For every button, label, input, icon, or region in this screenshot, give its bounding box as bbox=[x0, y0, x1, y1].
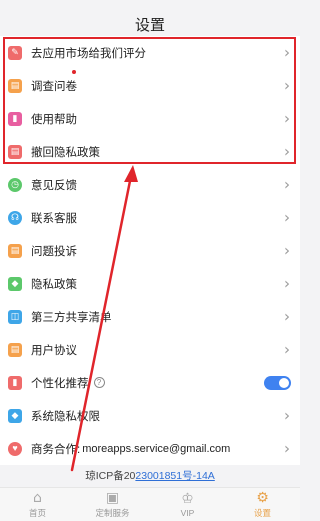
bookmark-icon: ▮ bbox=[8, 375, 22, 390]
settings-item-label: 系统隐私权限 bbox=[31, 410, 100, 423]
settings-item-label: 商务合作: bbox=[31, 443, 81, 456]
chevron-right-icon: › bbox=[284, 175, 290, 193]
shield-icon: ◆ bbox=[8, 276, 22, 291]
tab-settings[interactable]: ⚙ 设置 bbox=[225, 488, 300, 521]
tab-label: 定制服务 bbox=[95, 507, 130, 518]
settings-item-survey[interactable]: ▤ 调查问卷 › bbox=[0, 69, 300, 102]
bookmark-icon: ▮ bbox=[8, 111, 22, 126]
crown-icon: ♔ bbox=[181, 490, 194, 507]
settings-item-label: 第三方共享清单 bbox=[31, 311, 112, 324]
document-icon: ▤ bbox=[8, 78, 22, 93]
settings-item-label: 调查问卷 bbox=[31, 80, 77, 93]
settings-item-business-cooperation[interactable]: ♥ 商务合作: moreapps.service@gmail.com › bbox=[0, 432, 300, 465]
settings-item-feedback[interactable]: ◷ 意见反馈 › bbox=[0, 168, 300, 201]
chevron-right-icon: › bbox=[284, 439, 290, 457]
document-icon: ▤ bbox=[8, 342, 22, 357]
page-title: 设置 bbox=[134, 17, 165, 34]
settings-item-revoke-privacy[interactable]: ▤ 撤回隐私政策 › bbox=[0, 135, 300, 168]
document-icon: ▤ bbox=[8, 243, 22, 258]
toggle-knob bbox=[279, 377, 289, 388]
chevron-right-icon: › bbox=[284, 76, 290, 94]
settings-item-label: 去应用市场给我们评分 bbox=[31, 47, 146, 60]
settings-item-help[interactable]: ▮ 使用帮助 › bbox=[0, 102, 300, 135]
settings-item-label: 联系客服 bbox=[31, 212, 77, 225]
settings-item-label: 问题投诉 bbox=[31, 245, 77, 258]
tab-custom-service[interactable]: ▣ 定制服务 bbox=[75, 488, 150, 521]
document-icon: ▤ bbox=[8, 144, 22, 159]
settings-list: ✎ 去应用市场给我们评分 › ▤ 调查问卷 › ▮ 使用帮助 › ▤ 撤回隐私政… bbox=[0, 36, 300, 465]
settings-item-complaint[interactable]: ▤ 问题投诉 › bbox=[0, 234, 300, 267]
tab-home[interactable]: ⌂ 首页 bbox=[0, 488, 75, 521]
tab-label: 首页 bbox=[28, 507, 46, 518]
heart-icon: ♥ bbox=[8, 441, 22, 456]
tab-vip[interactable]: ♔ VIP bbox=[150, 488, 225, 521]
tab-label: 设置 bbox=[253, 507, 271, 518]
settings-item-system-privacy-permissions[interactable]: ◆ 系统隐私权限 › bbox=[0, 399, 300, 432]
settings-item-label: 个性化推荐 bbox=[31, 377, 89, 390]
gear-icon: ⚙ bbox=[256, 489, 269, 506]
chevron-right-icon: › bbox=[284, 406, 290, 424]
settings-item-label: 用户协议 bbox=[31, 344, 77, 357]
settings-item-rate-app[interactable]: ✎ 去应用市场给我们评分 › bbox=[0, 36, 300, 69]
edit-icon: ✎ bbox=[8, 45, 22, 60]
settings-item-personalized-recommendation: ▮ 个性化推荐 ? bbox=[0, 366, 300, 399]
chevron-right-icon: › bbox=[284, 307, 290, 325]
chevron-right-icon: › bbox=[284, 43, 290, 61]
annotation-dot bbox=[72, 70, 76, 74]
business-email: moreapps.service@gmail.com bbox=[82, 442, 231, 455]
icp-prefix: 琼ICP备20 bbox=[85, 470, 136, 482]
chevron-right-icon: › bbox=[284, 142, 290, 160]
settings-item-label: 隐私政策 bbox=[31, 278, 77, 291]
help-icon[interactable]: ? bbox=[93, 377, 105, 388]
box-icon: ◫ bbox=[8, 309, 22, 324]
headset-icon: ☊ bbox=[8, 210, 22, 225]
chevron-right-icon: › bbox=[284, 340, 290, 358]
settings-item-third-party-list[interactable]: ◫ 第三方共享清单 › bbox=[0, 300, 300, 333]
chevron-right-icon: › bbox=[284, 208, 290, 226]
personalized-recommendation-toggle[interactable] bbox=[264, 375, 291, 390]
chevron-right-icon: › bbox=[284, 274, 290, 292]
chevron-right-icon: › bbox=[284, 241, 290, 259]
settings-item-label: 撤回隐私政策 bbox=[31, 146, 100, 159]
clock-icon: ◷ bbox=[8, 177, 22, 192]
settings-item-privacy-policy[interactable]: ◆ 隐私政策 › bbox=[0, 267, 300, 300]
settings-item-label: 意见反馈 bbox=[31, 179, 77, 192]
icp-record: 琼ICP备2023001851号-14A bbox=[0, 468, 300, 483]
home-icon: ⌂ bbox=[33, 489, 42, 506]
bag-icon: ▣ bbox=[105, 489, 120, 506]
tab-label: VIP bbox=[180, 507, 195, 518]
settings-item-label: 使用帮助 bbox=[31, 113, 77, 126]
icp-link[interactable]: 23001851号-14A bbox=[135, 470, 214, 482]
settings-item-contact-support[interactable]: ☊ 联系客服 › bbox=[0, 201, 300, 234]
settings-item-user-agreement[interactable]: ▤ 用户协议 › bbox=[0, 333, 300, 366]
bottom-tab-bar: ⌂ 首页 ▣ 定制服务 ♔ VIP ⚙ 设置 bbox=[0, 487, 300, 521]
chevron-right-icon: › bbox=[284, 109, 290, 127]
shield-icon: ◆ bbox=[8, 408, 22, 423]
